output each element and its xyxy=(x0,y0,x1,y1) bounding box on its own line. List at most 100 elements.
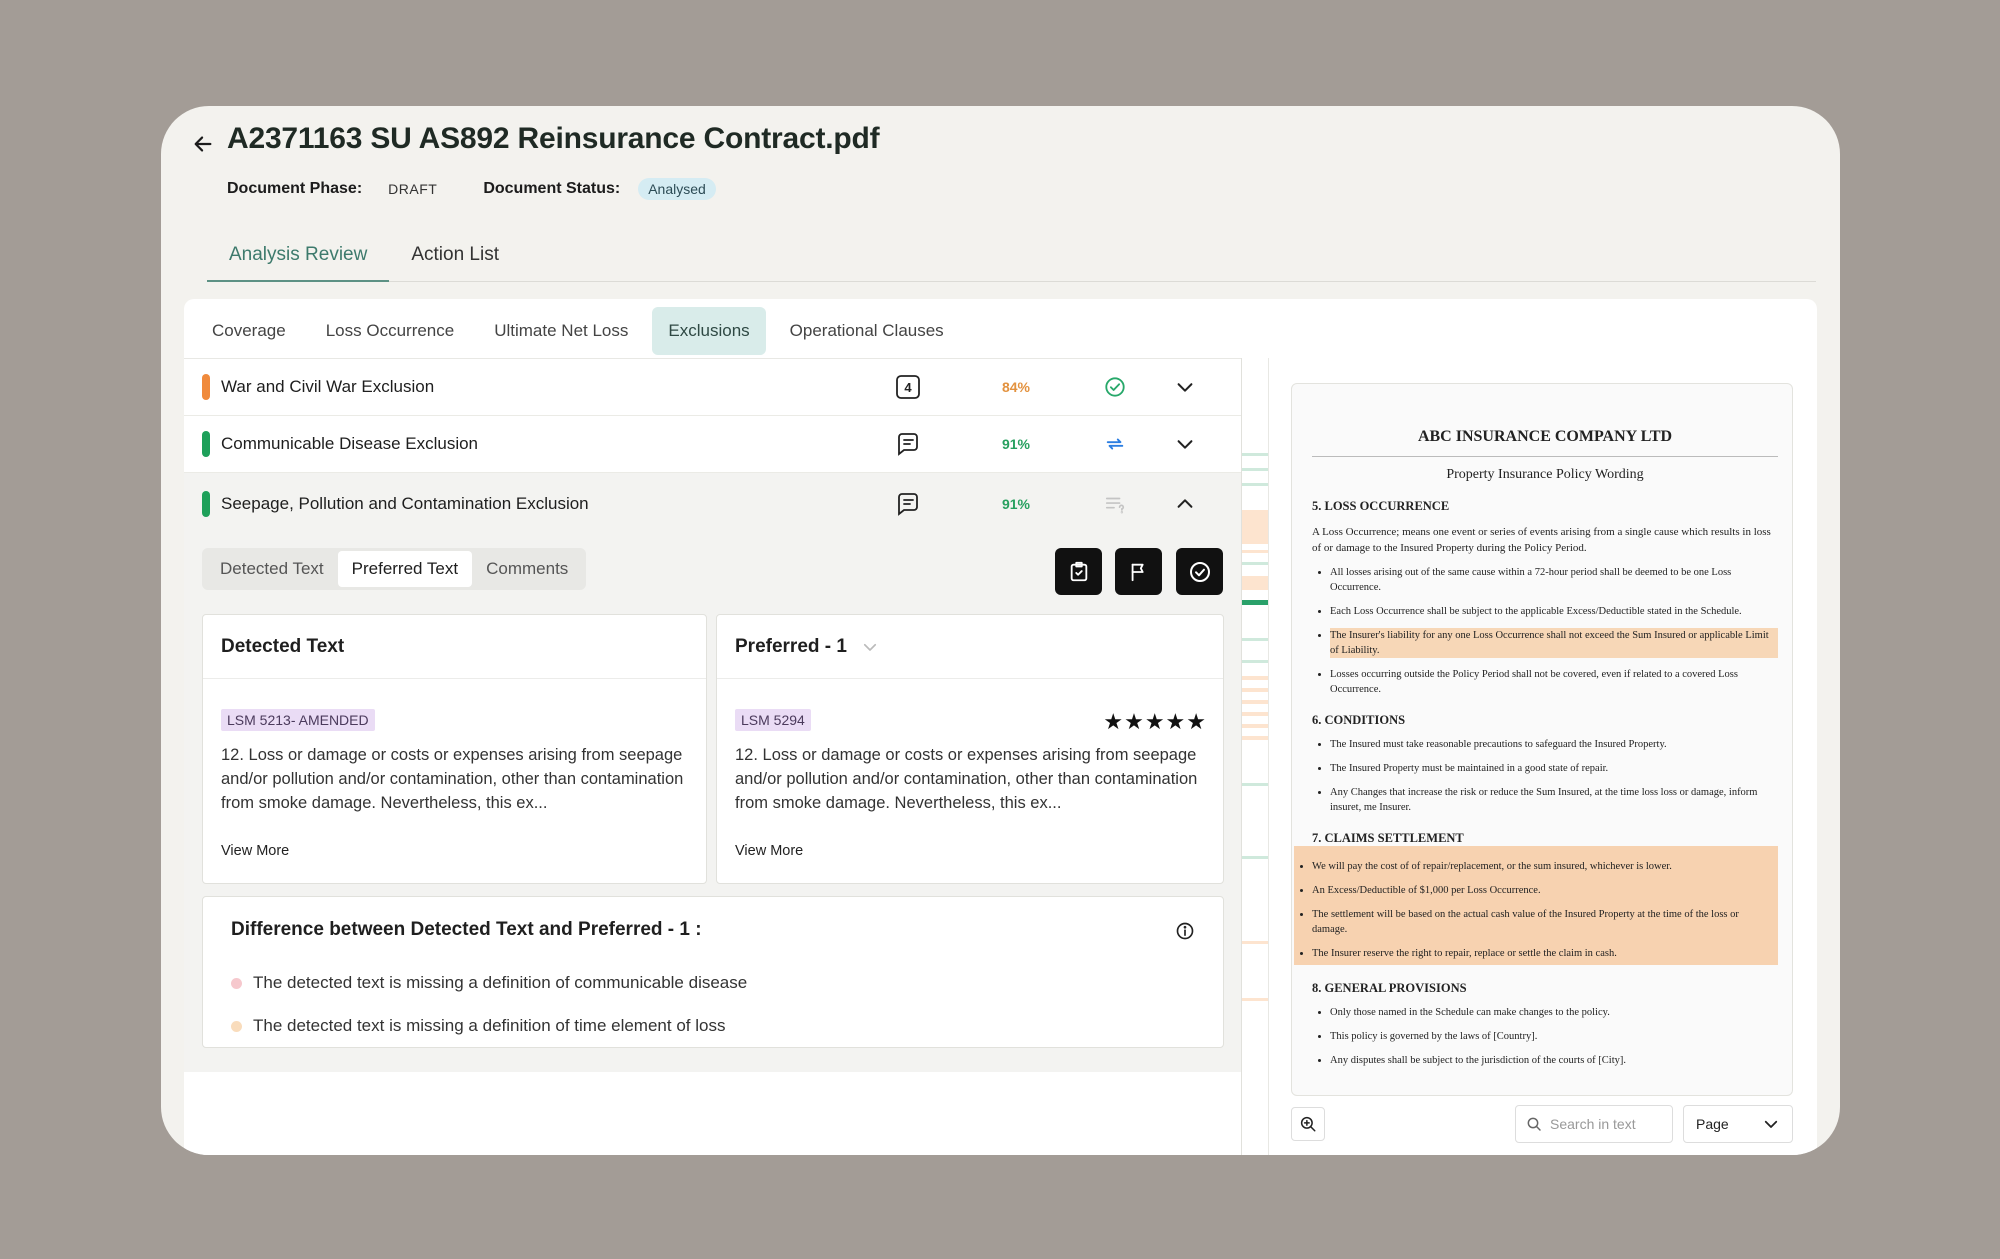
list-item: Only those named in the Schedule can mak… xyxy=(1330,1005,1778,1020)
page-select-label: Page xyxy=(1696,1116,1729,1132)
highlighted-section: We will pay the cost of of repair/replac… xyxy=(1294,846,1778,965)
search-input[interactable] xyxy=(1550,1116,1660,1132)
check-circle-icon xyxy=(1189,561,1210,582)
section-heading: 7. CLAIMS SETTLEMENT xyxy=(1312,831,1464,845)
card-heading: Detected Text xyxy=(203,615,706,679)
list-item: Each Loss Occurrence shall be subject to… xyxy=(1330,604,1778,619)
svg-text:4: 4 xyxy=(904,380,912,395)
zoom-in-icon xyxy=(1300,1116,1316,1132)
document-preview[interactable]: ABC INSURANCE COMPANY LTD Property Insur… xyxy=(1291,383,1793,1096)
tab-coverage[interactable]: Coverage xyxy=(196,307,302,355)
segment-detected-text[interactable]: Detected Text xyxy=(206,551,338,587)
tab-analysis-review[interactable]: Analysis Review xyxy=(207,230,390,282)
detected-text-card: Detected Text LSM 5213- AMENDED 12. Loss… xyxy=(202,614,707,884)
clause-row-selected[interactable]: Seepage, Pollution and Contamination Exc… xyxy=(184,473,1241,534)
list-item: This policy is governed by the laws of [… xyxy=(1330,1029,1778,1044)
bullet-dot xyxy=(231,977,242,989)
clause-list: War and Civil War Exclusion 4 84% Commun… xyxy=(184,358,1241,1155)
document-minimap[interactable] xyxy=(1242,358,1269,1155)
status-badge: Analysed xyxy=(638,178,716,200)
check-circle-icon xyxy=(1101,373,1129,401)
preferred-selector[interactable]: Preferred - 1 xyxy=(717,615,1223,679)
expand-chevron-down-icon[interactable] xyxy=(1171,373,1199,401)
match-score: 91% xyxy=(1001,436,1031,452)
list-item: The Insured Property must be maintained … xyxy=(1330,761,1778,776)
list-item: Any disputes shall be subject to the jur… xyxy=(1330,1053,1778,1068)
clause-text: 12. Loss or damage or costs or expenses … xyxy=(221,746,684,812)
detail-view-toggle: Detected Text Preferred Text Comments xyxy=(202,548,587,590)
section-list: Only those named in the Schedule can mak… xyxy=(1312,1005,1778,1068)
clause-category-tabs: Coverage Loss Occurrence Ultimate Net Lo… xyxy=(196,307,960,355)
analysis-panel: Coverage Loss Occurrence Ultimate Net Lo… xyxy=(184,299,1817,1155)
difference-text: The detected text is missing a definitio… xyxy=(253,1016,726,1035)
clause-tag: LSM 5294 xyxy=(735,709,811,731)
page-select[interactable]: Page xyxy=(1683,1105,1793,1143)
segment-preferred-text[interactable]: Preferred Text xyxy=(337,551,473,587)
list-question-icon xyxy=(1101,490,1129,518)
list-item: The settlement will be based on the actu… xyxy=(1312,907,1774,937)
list-item: An Excess/Deductible of $1,000 per Loss … xyxy=(1312,883,1774,898)
phase-label: Document Phase: xyxy=(227,180,363,197)
list-item: Any Changes that increase the risk or re… xyxy=(1330,785,1778,815)
preferred-text-card: Preferred - 1 LSM 5294 ★★★★★ 12. Loss or… xyxy=(716,614,1224,884)
zoom-in-button[interactable] xyxy=(1291,1107,1325,1141)
tab-exclusions[interactable]: Exclusions xyxy=(652,307,766,355)
tab-operational-clauses[interactable]: Operational Clauses xyxy=(774,307,960,355)
tab-loss-occurrence[interactable]: Loss Occurrence xyxy=(310,307,471,355)
main-tabs: Analysis Review Action List xyxy=(207,230,1816,282)
clause-row[interactable]: Communicable Disease Exclusion 91% xyxy=(184,416,1241,473)
section-paragraph: A Loss Occurrence; means one event or se… xyxy=(1312,526,1771,554)
document-company: ABC INSURANCE COMPANY LTD xyxy=(1417,428,1673,445)
clause-detail: Detected Text Preferred Text Comments De… xyxy=(184,534,1241,1072)
status-label: Document Status: xyxy=(483,180,621,197)
clipboard-check-icon xyxy=(1070,561,1087,581)
count-badge-icon: 4 xyxy=(894,373,922,401)
list-item: Losses occurring outside the Policy Peri… xyxy=(1330,667,1778,697)
difference-text: The detected text is missing a definitio… xyxy=(253,973,748,992)
match-score: 84% xyxy=(1001,379,1031,395)
clipboard-check-button[interactable] xyxy=(1055,548,1102,595)
minimap-divider xyxy=(1268,358,1269,1155)
flag-button[interactable] xyxy=(1115,548,1162,595)
clause-tag: LSM 5213- AMENDED xyxy=(221,709,375,731)
expand-chevron-down-icon[interactable] xyxy=(1171,430,1199,458)
back-button[interactable] xyxy=(183,124,223,164)
info-icon[interactable] xyxy=(1175,921,1195,946)
list-item: We will pay the cost of of repair/replac… xyxy=(1312,859,1774,874)
list-item: All losses arising out of the same cause… xyxy=(1330,565,1778,595)
app-window: A2371163 SU AS892 Reinsurance Contract.p… xyxy=(161,106,1840,1155)
difference-item: The detected text is missing a definitio… xyxy=(231,973,747,993)
clause-row[interactable]: War and Civil War Exclusion 4 84% xyxy=(184,359,1241,416)
section-heading: 6. CONDITIONS xyxy=(1312,713,1406,727)
difference-item: The detected text is missing a definitio… xyxy=(231,1016,725,1036)
collapse-chevron-up-icon[interactable] xyxy=(1171,490,1199,518)
difference-panel: Difference between Detected Text and Pre… xyxy=(202,896,1224,1048)
phase-value: DRAFT xyxy=(388,181,438,197)
severity-bar xyxy=(202,490,210,517)
clause-name: War and Civil War Exclusion xyxy=(221,377,435,396)
bullet-dot xyxy=(231,1020,242,1032)
difference-heading: Difference between Detected Text and Pre… xyxy=(231,919,702,940)
clause-name: Seepage, Pollution and Contamination Exc… xyxy=(221,493,589,513)
section-list: The Insured must take reasonable precaut… xyxy=(1312,737,1778,815)
page-title: A2371163 SU AS892 Reinsurance Contract.p… xyxy=(227,122,880,155)
tab-action-list[interactable]: Action List xyxy=(389,230,521,282)
view-more-link[interactable]: View More xyxy=(735,843,803,859)
viewer-toolbar: Page xyxy=(1291,1105,1793,1145)
section-heading: 8. GENERAL PROVISIONS xyxy=(1312,981,1467,995)
approve-button[interactable] xyxy=(1176,548,1223,595)
segment-comments[interactable]: Comments xyxy=(472,551,582,587)
star-rating: ★★★★★ xyxy=(1103,709,1207,734)
document-meta: Document Phase: DRAFT Document Status: A… xyxy=(227,178,716,200)
search-box[interactable] xyxy=(1515,1105,1673,1143)
section-heading: 5. LOSS OCCURRENCE xyxy=(1312,499,1450,513)
view-more-link[interactable]: View More xyxy=(221,843,289,859)
clause-text: 12. Loss or damage or costs or expenses … xyxy=(735,746,1198,812)
clause-name: Communicable Disease Exclusion xyxy=(221,434,479,453)
document-subtitle: Property Insurance Policy Wording xyxy=(1312,456,1778,483)
chevron-down-icon xyxy=(1764,1120,1778,1128)
list-item: The Insured must take reasonable precaut… xyxy=(1330,737,1778,752)
tab-ultimate-net-loss[interactable]: Ultimate Net Loss xyxy=(478,307,644,355)
flag-icon xyxy=(1131,563,1144,581)
sync-icon xyxy=(1101,430,1129,458)
